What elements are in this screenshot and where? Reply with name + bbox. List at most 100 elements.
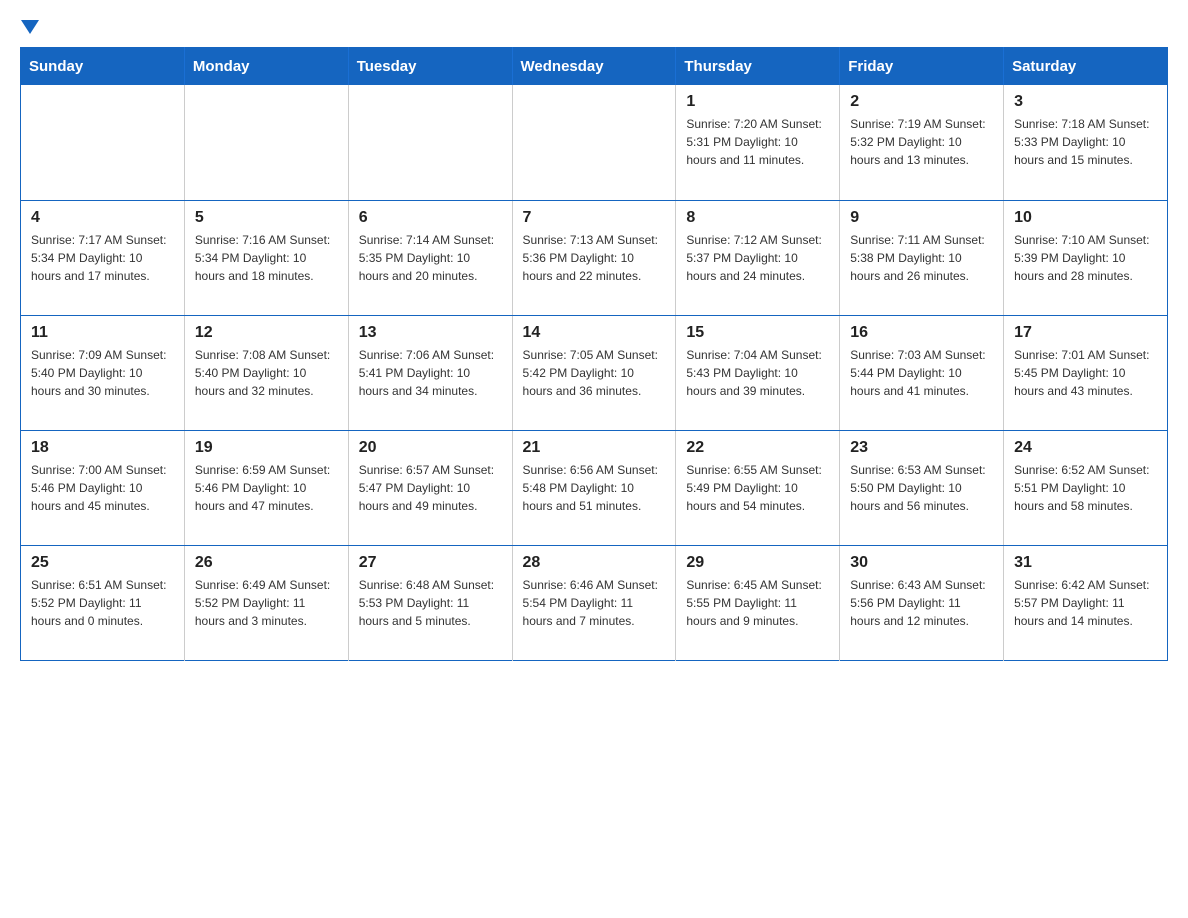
week-row: 1 Sunrise: 7:20 AM Sunset: 5:31 PM Daylig…	[21, 85, 1168, 200]
col-saturday: Saturday	[1004, 48, 1168, 86]
day-number: 7	[523, 209, 666, 227]
day-info: Sunrise: 7:13 AM Sunset: 5:36 PM Dayligh…	[523, 231, 666, 285]
day-info: Sunrise: 6:59 AM Sunset: 5:46 PM Dayligh…	[195, 461, 338, 515]
col-sunday: Sunday	[21, 48, 185, 86]
calendar-cell: 12 Sunrise: 7:08 AM Sunset: 5:40 PM Dayli…	[184, 315, 348, 430]
day-number: 24	[1014, 439, 1157, 457]
day-info: Sunrise: 7:20 AM Sunset: 5:31 PM Dayligh…	[686, 115, 829, 169]
day-info: Sunrise: 6:56 AM Sunset: 5:48 PM Dayligh…	[523, 461, 666, 515]
calendar-cell: 3 Sunrise: 7:18 AM Sunset: 5:33 PM Daylig…	[1004, 85, 1168, 200]
day-number: 27	[359, 554, 502, 572]
calendar-cell: 10 Sunrise: 7:10 AM Sunset: 5:39 PM Dayli…	[1004, 200, 1168, 315]
calendar-cell	[21, 85, 185, 200]
calendar-cell: 21 Sunrise: 6:56 AM Sunset: 5:48 PM Dayli…	[512, 430, 676, 545]
week-row: 11 Sunrise: 7:09 AM Sunset: 5:40 PM Dayli…	[21, 315, 1168, 430]
col-wednesday: Wednesday	[512, 48, 676, 86]
day-info: Sunrise: 7:12 AM Sunset: 5:37 PM Dayligh…	[686, 231, 829, 285]
day-info: Sunrise: 7:11 AM Sunset: 5:38 PM Dayligh…	[850, 231, 993, 285]
calendar-cell: 24 Sunrise: 6:52 AM Sunset: 5:51 PM Dayli…	[1004, 430, 1168, 545]
calendar-table: Sunday Monday Tuesday Wednesday Thursday…	[20, 47, 1168, 661]
day-number: 1	[686, 93, 829, 111]
day-number: 29	[686, 554, 829, 572]
day-info: Sunrise: 7:17 AM Sunset: 5:34 PM Dayligh…	[31, 231, 174, 285]
calendar-cell: 6 Sunrise: 7:14 AM Sunset: 5:35 PM Daylig…	[348, 200, 512, 315]
calendar-cell: 4Sunrise: 7:17 AM Sunset: 5:34 PM Daylig…	[21, 200, 185, 315]
day-number: 10	[1014, 209, 1157, 227]
calendar-cell	[512, 85, 676, 200]
day-info: Sunrise: 7:09 AM Sunset: 5:40 PM Dayligh…	[31, 346, 174, 400]
calendar-cell: 2Sunrise: 7:19 AM Sunset: 5:32 PM Daylig…	[840, 85, 1004, 200]
calendar-cell: 15 Sunrise: 7:04 AM Sunset: 5:43 PM Dayli…	[676, 315, 840, 430]
day-number: 3	[1014, 93, 1157, 111]
header-row: Sunday Monday Tuesday Wednesday Thursday…	[21, 48, 1168, 86]
day-info: Sunrise: 6:51 AM Sunset: 5:52 PM Dayligh…	[31, 576, 174, 630]
day-info: Sunrise: 7:19 AM Sunset: 5:32 PM Dayligh…	[850, 115, 993, 169]
calendar-cell: 19 Sunrise: 6:59 AM Sunset: 5:46 PM Dayli…	[184, 430, 348, 545]
day-number: 14	[523, 324, 666, 342]
day-number: 13	[359, 324, 502, 342]
day-number: 17	[1014, 324, 1157, 342]
col-monday: Monday	[184, 48, 348, 86]
week-row: 18Sunrise: 7:00 AM Sunset: 5:46 PM Dayli…	[21, 430, 1168, 545]
day-number: 11	[31, 324, 174, 342]
day-info: Sunrise: 7:18 AM Sunset: 5:33 PM Dayligh…	[1014, 115, 1157, 169]
day-number: 12	[195, 324, 338, 342]
calendar-cell: 22 Sunrise: 6:55 AM Sunset: 5:49 PM Dayli…	[676, 430, 840, 545]
day-number: 15	[686, 324, 829, 342]
day-number: 16	[850, 324, 993, 342]
day-info: Sunrise: 7:05 AM Sunset: 5:42 PM Dayligh…	[523, 346, 666, 400]
day-info: Sunrise: 7:00 AM Sunset: 5:46 PM Dayligh…	[31, 461, 174, 515]
calendar-cell: 9 Sunrise: 7:11 AM Sunset: 5:38 PM Daylig…	[840, 200, 1004, 315]
day-info: Sunrise: 7:03 AM Sunset: 5:44 PM Dayligh…	[850, 346, 993, 400]
calendar-cell: 30 Sunrise: 6:43 AM Sunset: 5:56 PM Dayli…	[840, 545, 1004, 660]
calendar-cell: 18Sunrise: 7:00 AM Sunset: 5:46 PM Dayli…	[21, 430, 185, 545]
calendar-cell: 29 Sunrise: 6:45 AM Sunset: 5:55 PM Dayli…	[676, 545, 840, 660]
day-number: 8	[686, 209, 829, 227]
day-info: Sunrise: 6:46 AM Sunset: 5:54 PM Dayligh…	[523, 576, 666, 630]
day-number: 20	[359, 439, 502, 457]
logo	[20, 20, 39, 27]
calendar-cell: 1 Sunrise: 7:20 AM Sunset: 5:31 PM Daylig…	[676, 85, 840, 200]
calendar-cell: 16 Sunrise: 7:03 AM Sunset: 5:44 PM Dayli…	[840, 315, 1004, 430]
calendar-cell: 26 Sunrise: 6:49 AM Sunset: 5:52 PM Dayli…	[184, 545, 348, 660]
day-info: Sunrise: 7:08 AM Sunset: 5:40 PM Dayligh…	[195, 346, 338, 400]
week-row: 25 Sunrise: 6:51 AM Sunset: 5:52 PM Dayli…	[21, 545, 1168, 660]
day-info: Sunrise: 7:14 AM Sunset: 5:35 PM Dayligh…	[359, 231, 502, 285]
col-friday: Friday	[840, 48, 1004, 86]
calendar-cell: 13Sunrise: 7:06 AM Sunset: 5:41 PM Dayli…	[348, 315, 512, 430]
day-number: 19	[195, 439, 338, 457]
calendar-header: Sunday Monday Tuesday Wednesday Thursday…	[21, 48, 1168, 86]
day-info: Sunrise: 7:10 AM Sunset: 5:39 PM Dayligh…	[1014, 231, 1157, 285]
calendar-cell: 8 Sunrise: 7:12 AM Sunset: 5:37 PM Daylig…	[676, 200, 840, 315]
day-number: 5	[195, 209, 338, 227]
day-info: Sunrise: 6:48 AM Sunset: 5:53 PM Dayligh…	[359, 576, 502, 630]
day-info: Sunrise: 6:52 AM Sunset: 5:51 PM Dayligh…	[1014, 461, 1157, 515]
day-info: Sunrise: 7:01 AM Sunset: 5:45 PM Dayligh…	[1014, 346, 1157, 400]
col-thursday: Thursday	[676, 48, 840, 86]
calendar-cell	[348, 85, 512, 200]
day-number: 26	[195, 554, 338, 572]
week-row: 4Sunrise: 7:17 AM Sunset: 5:34 PM Daylig…	[21, 200, 1168, 315]
calendar-cell: 27 Sunrise: 6:48 AM Sunset: 5:53 PM Dayli…	[348, 545, 512, 660]
calendar-cell: 23Sunrise: 6:53 AM Sunset: 5:50 PM Dayli…	[840, 430, 1004, 545]
day-info: Sunrise: 6:49 AM Sunset: 5:52 PM Dayligh…	[195, 576, 338, 630]
calendar-cell: 7 Sunrise: 7:13 AM Sunset: 5:36 PM Daylig…	[512, 200, 676, 315]
calendar-cell	[184, 85, 348, 200]
calendar-cell: 25 Sunrise: 6:51 AM Sunset: 5:52 PM Dayli…	[21, 545, 185, 660]
logo-arrow-icon	[21, 20, 39, 34]
day-info: Sunrise: 7:04 AM Sunset: 5:43 PM Dayligh…	[686, 346, 829, 400]
day-number: 30	[850, 554, 993, 572]
day-info: Sunrise: 7:16 AM Sunset: 5:34 PM Dayligh…	[195, 231, 338, 285]
day-number: 25	[31, 554, 174, 572]
day-info: Sunrise: 6:55 AM Sunset: 5:49 PM Dayligh…	[686, 461, 829, 515]
day-info: Sunrise: 6:43 AM Sunset: 5:56 PM Dayligh…	[850, 576, 993, 630]
calendar-cell: 20Sunrise: 6:57 AM Sunset: 5:47 PM Dayli…	[348, 430, 512, 545]
day-number: 6	[359, 209, 502, 227]
col-tuesday: Tuesday	[348, 48, 512, 86]
day-number: 22	[686, 439, 829, 457]
day-number: 28	[523, 554, 666, 572]
day-number: 21	[523, 439, 666, 457]
day-number: 9	[850, 209, 993, 227]
day-info: Sunrise: 6:45 AM Sunset: 5:55 PM Dayligh…	[686, 576, 829, 630]
calendar-cell: 5 Sunrise: 7:16 AM Sunset: 5:34 PM Daylig…	[184, 200, 348, 315]
